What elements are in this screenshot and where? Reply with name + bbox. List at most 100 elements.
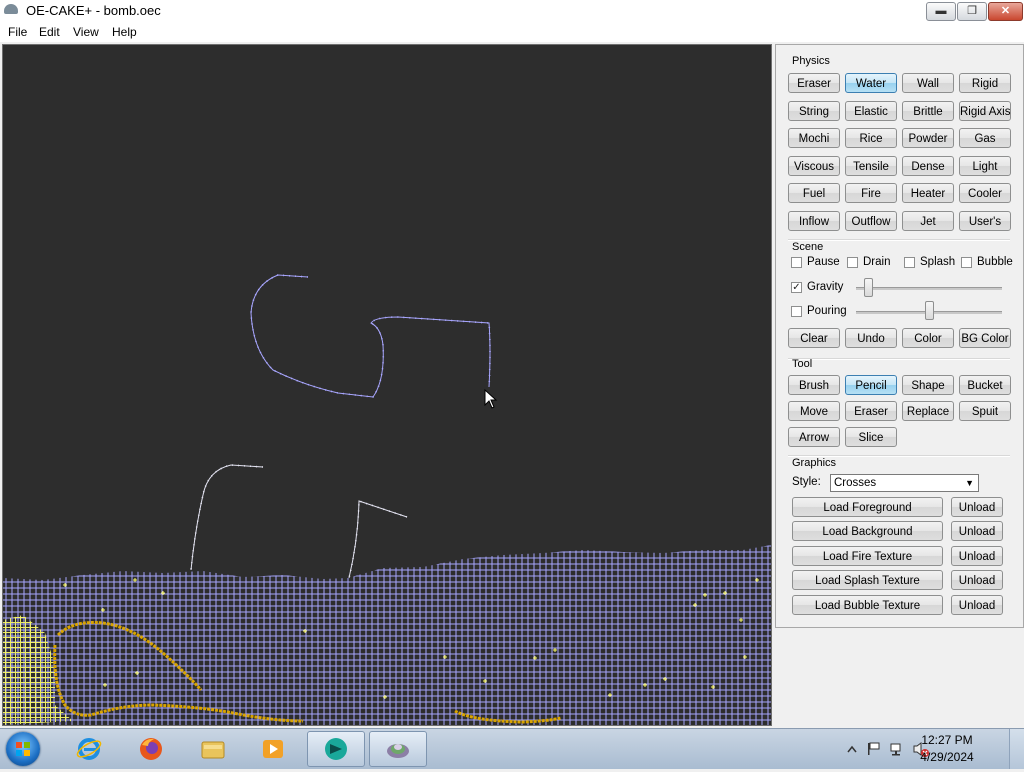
style-dropdown[interactable]: Crosses ▼: [830, 474, 979, 492]
tool-replace-button[interactable]: Replace: [902, 401, 954, 421]
wall-stroke-left-core: [190, 464, 264, 571]
graphics-load-background-button[interactable]: Load Background: [792, 521, 943, 542]
scene-section-label: Scene: [792, 241, 824, 253]
checkbox-box[interactable]: [904, 257, 915, 268]
start-button[interactable]: [6, 732, 40, 766]
physics-inflow-button[interactable]: Inflow: [788, 211, 840, 231]
physics-cooler-button[interactable]: Cooler: [959, 183, 1011, 204]
graphics-unload-1-button[interactable]: Unload: [951, 521, 1003, 542]
file-explorer-icon: [201, 741, 225, 759]
physics-dense-button[interactable]: Dense: [902, 155, 954, 176]
gravity-slider[interactable]: [856, 287, 1002, 290]
show-hidden-icons-icon[interactable]: [847, 745, 857, 753]
tool-move-button[interactable]: Move: [788, 401, 840, 421]
tool-eraser-button[interactable]: Eraser: [845, 401, 897, 421]
physics-rigid-button[interactable]: Rigid: [959, 73, 1011, 93]
firefox-icon: [140, 738, 162, 760]
physics-heater-button[interactable]: Heater: [902, 183, 954, 204]
clock-time[interactable]: 12:27 PM: [907, 733, 987, 747]
graphics-section-label: Graphics: [792, 457, 837, 469]
graphics-unload-4-button[interactable]: Unload: [951, 594, 1003, 615]
wall-stroke-right: [348, 499, 408, 579]
physics-mochi-button[interactable]: Mochi: [788, 128, 840, 149]
wall-stroke-right-core: [348, 500, 408, 579]
checkbox-box[interactable]: [961, 257, 972, 268]
gravity-label: Gravity: [807, 281, 844, 293]
gravity-slider-thumb[interactable]: [864, 278, 873, 297]
physics-eraser-button[interactable]: Eraser: [788, 73, 840, 93]
bubble-label: Bubble: [977, 256, 1013, 268]
menu-file[interactable]: File: [8, 25, 27, 39]
physics-elastic-button[interactable]: Elastic: [845, 100, 897, 121]
physics-fuel-button[interactable]: Fuel: [788, 183, 840, 204]
maximize-button[interactable]: ❐: [957, 2, 987, 21]
tool-arrow-button[interactable]: Arrow: [788, 427, 840, 447]
media-player-icon: [263, 740, 283, 758]
physics-rice-button[interactable]: Rice: [845, 128, 897, 149]
pouring-slider-thumb[interactable]: [925, 301, 934, 320]
clock-date[interactable]: 4/29/2024: [907, 750, 987, 764]
pouring-label: Pouring: [807, 305, 847, 317]
app-icon: [4, 4, 18, 14]
separator: [788, 358, 1010, 360]
graphics-load-splash-texture-button[interactable]: Load Splash Texture: [792, 570, 943, 591]
tool-slice-button[interactable]: Slice: [845, 427, 897, 447]
graphics-load-bubble-texture-button[interactable]: Load Bubble Texture: [792, 594, 943, 615]
internet-explorer-button[interactable]: [60, 731, 118, 767]
physics-rigid-axis-button[interactable]: Rigid Axis: [959, 100, 1011, 121]
physics-fire-button[interactable]: Fire: [845, 183, 897, 204]
physics-user-s-button[interactable]: User's: [959, 211, 1011, 231]
physics-gas-button[interactable]: Gas: [959, 128, 1011, 149]
water-body: [3, 545, 771, 725]
wall-stroke-left: [190, 464, 264, 571]
tool-spuit-button[interactable]: Spuit: [959, 401, 1011, 421]
physics-water-button[interactable]: Water: [845, 73, 897, 93]
chevron-down-icon: ▼: [965, 478, 974, 488]
tool-bucket-button[interactable]: Bucket: [959, 375, 1011, 395]
oe-cake-window-button[interactable]: [369, 731, 427, 767]
checkbox-box[interactable]: [791, 306, 802, 317]
water-stroke-upper-core: [250, 274, 491, 398]
graphics-load-foreground-button[interactable]: Load Foreground: [792, 497, 943, 517]
network-icon[interactable]: [890, 743, 901, 756]
physics-wall-button[interactable]: Wall: [902, 73, 954, 93]
tool-shape-button[interactable]: Shape: [902, 375, 954, 395]
graphics-load-fire-texture-button[interactable]: Load Fire Texture: [792, 545, 943, 566]
oe-cake-button[interactable]: [307, 731, 365, 767]
flag-icon[interactable]: [868, 742, 880, 755]
physics-jet-button[interactable]: Jet: [902, 211, 954, 231]
title-bar: OE-CAKE+ - bomb.oec ▬ ❐ ✕: [0, 0, 1024, 22]
close-button[interactable]: ✕: [988, 2, 1023, 21]
simulation-view[interactable]: [3, 45, 771, 725]
physics-viscous-button[interactable]: Viscous: [788, 155, 840, 176]
menu-edit[interactable]: Edit: [39, 25, 60, 39]
scene-undo-button[interactable]: Undo: [845, 328, 897, 348]
mouse-cursor-icon: [484, 388, 498, 409]
physics-brittle-button[interactable]: Brittle: [902, 100, 954, 121]
firefox-button[interactable]: [122, 731, 180, 767]
physics-outflow-button[interactable]: Outflow: [845, 211, 897, 231]
scene-color-button[interactable]: Color: [902, 328, 954, 348]
graphics-unload-0-button[interactable]: Unload: [951, 497, 1003, 517]
file-explorer-button[interactable]: [184, 731, 242, 767]
taskbar: 12:27 PM 4/29/2024: [0, 728, 1024, 769]
menu-view[interactable]: View: [73, 25, 99, 39]
scene-clear-button[interactable]: Clear: [788, 328, 840, 348]
minimize-button[interactable]: ▬: [926, 2, 956, 21]
menu-help[interactable]: Help: [112, 25, 137, 39]
tool-pencil-button[interactable]: Pencil: [845, 375, 897, 395]
simulation-canvas[interactable]: [2, 44, 772, 726]
checkbox-box[interactable]: ✓: [791, 282, 802, 293]
show-desktop-button[interactable]: [1009, 729, 1024, 769]
physics-tensile-button[interactable]: Tensile: [845, 155, 897, 176]
scene-bg-color-button[interactable]: BG Color: [959, 328, 1011, 348]
tool-brush-button[interactable]: Brush: [788, 375, 840, 395]
physics-light-button[interactable]: Light: [959, 155, 1011, 176]
checkbox-box[interactable]: [791, 257, 802, 268]
media-player-button[interactable]: [244, 731, 302, 767]
physics-string-button[interactable]: String: [788, 100, 840, 121]
physics-powder-button[interactable]: Powder: [902, 128, 954, 149]
graphics-unload-3-button[interactable]: Unload: [951, 570, 1003, 591]
graphics-unload-2-button[interactable]: Unload: [951, 545, 1003, 566]
checkbox-box[interactable]: [847, 257, 858, 268]
